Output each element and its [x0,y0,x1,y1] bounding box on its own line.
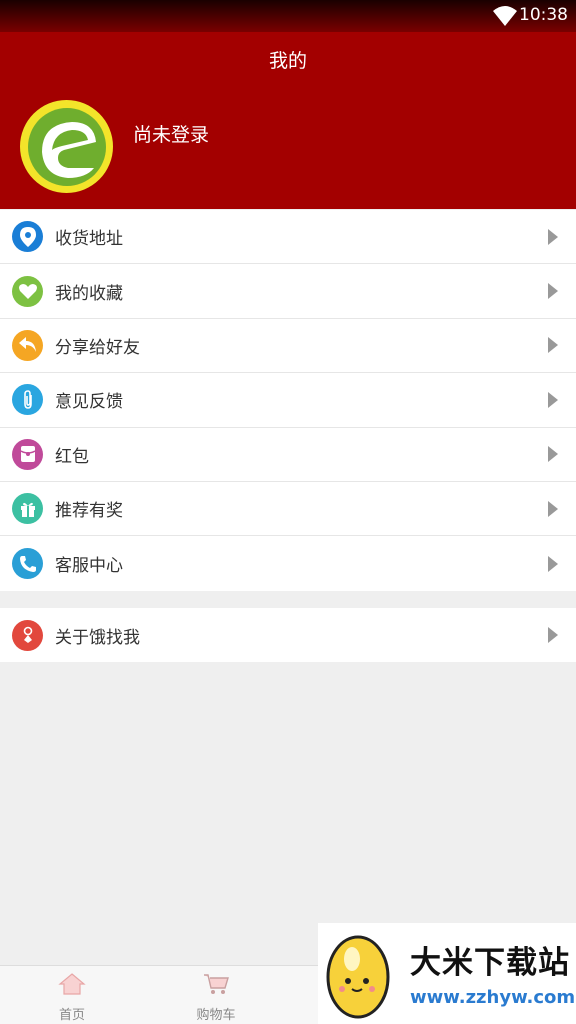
menu-label: 红包 [55,446,89,467]
menu-label: 推荐有奖 [55,501,123,522]
location-pin-icon [12,221,43,253]
nav-item-cart[interactable]: 购物车 [176,972,256,1023]
menu-item-customer-service[interactable]: 客服中心 [0,536,576,590]
phone-icon [12,548,43,580]
menu-label: 客服中心 [55,556,123,577]
menu-label: 分享给好友 [55,337,140,358]
nav-item-home[interactable]: 首页 [32,972,112,1023]
info-icon [12,619,43,651]
page-title: 我的 [268,50,307,72]
heart-icon [12,275,43,307]
chevron-right-icon [548,228,558,245]
menu-item-red-envelope[interactable]: 红包 [0,428,576,482]
cart-icon [204,974,229,994]
chevron-right-icon [548,391,558,408]
profile-header: 我的 尚未登录 [0,32,576,209]
settings-menu: 收货地址 我的收藏 分享给好友 意见反馈 红包 推荐有奖 客服中心 [0,210,576,591]
paperclip-icon [12,384,43,416]
about-menu: 关于饿找我 [0,608,576,663]
chevron-right-icon [548,555,558,572]
nav-label: 购物车 [196,1008,236,1023]
menu-item-address[interactable]: 收货地址 [0,210,576,265]
login-status[interactable]: 尚未登录 [133,120,209,147]
chevron-right-icon [548,283,558,300]
menu-item-about[interactable]: 关于饿找我 [0,608,576,662]
menu-item-favorites[interactable]: 我的收藏 [0,264,576,319]
chevron-right-icon [548,627,558,644]
menu-label: 关于饿找我 [55,627,140,648]
menu-label: 收货地址 [55,229,123,250]
watermark-url: www.zzhyw.com [410,987,576,1008]
egg-mascot-icon [326,935,390,1019]
status-time: 10:38 [519,5,568,25]
red-envelope-icon [12,438,43,470]
status-bar: 10:38 [0,0,576,32]
chevron-right-icon [548,500,558,517]
app-logo-icon [27,107,106,186]
menu-item-referral[interactable]: 推荐有奖 [0,482,576,537]
chevron-right-icon [548,446,558,463]
chevron-right-icon [548,337,558,354]
nav-label: 首页 [58,1008,85,1023]
menu-label: 意见反馈 [55,392,123,413]
avatar[interactable] [20,100,113,193]
gift-icon [12,493,43,525]
menu-item-share[interactable]: 分享给好友 [0,319,576,374]
menu-label: 我的收藏 [55,283,123,304]
home-icon [58,973,86,995]
share-icon [12,329,43,361]
menu-item-feedback[interactable]: 意见反馈 [0,373,576,428]
wifi-icon [493,6,517,26]
watermark: 大米下载站 www.zzhyw.com [318,923,576,1024]
watermark-title: 大米下载站 [410,945,570,981]
